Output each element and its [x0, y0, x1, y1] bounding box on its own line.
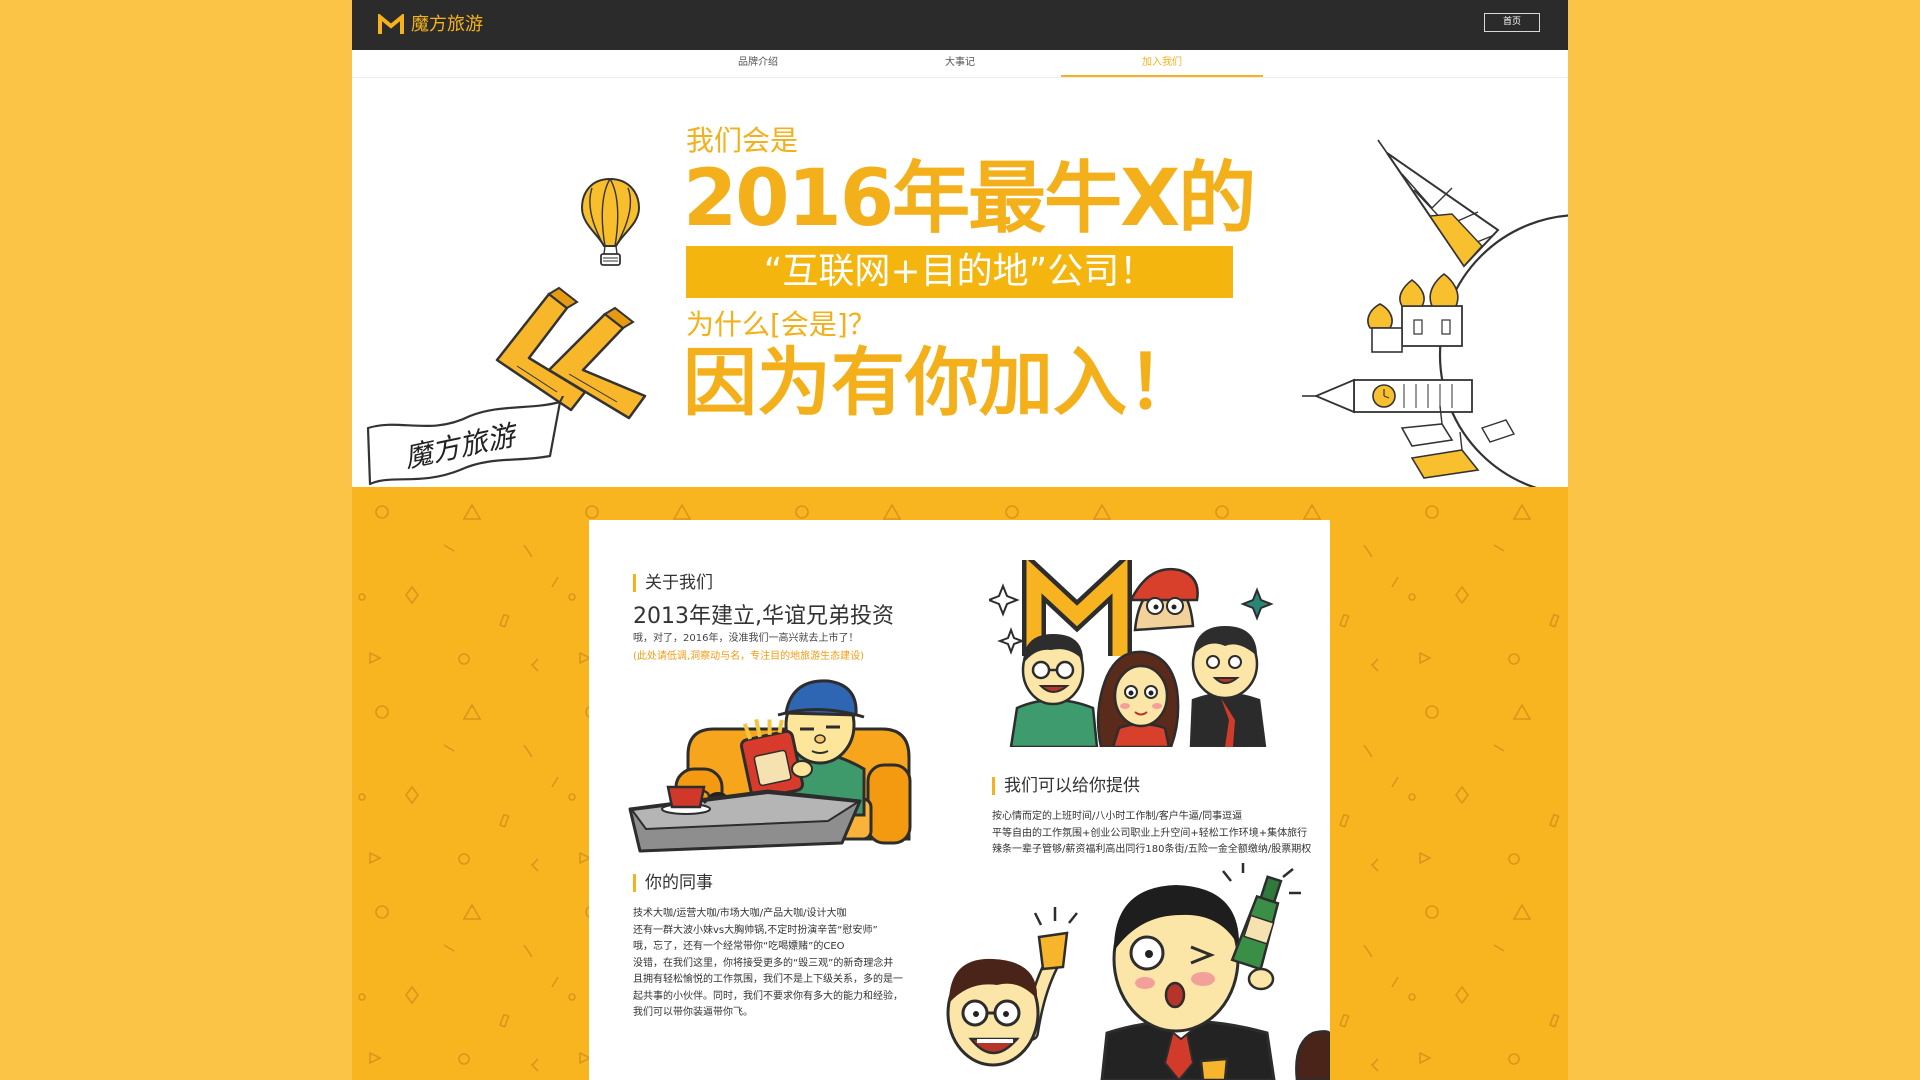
nav-tabs: 品牌介绍 大事记 加入我们: [352, 50, 1568, 78]
hot-air-balloon-icon: [580, 177, 641, 266]
join-card: 关于我们 2013年建立,华谊兄弟投资 哦，对了，2016年，没准我们一高兴就去…: [589, 520, 1330, 1080]
team-group-illustration: [989, 560, 1274, 747]
tab-join-us[interactable]: 加入我们: [1061, 50, 1263, 77]
logo[interactable]: 魔方旅游: [377, 13, 483, 37]
about-subtitle: 2013年建立,华谊兄弟投资: [633, 604, 894, 629]
colleagues-heading-label: 你的同事: [645, 873, 713, 893]
colleagues-text: 技术大咖/运营大咖/市场大咖/产品大咖/设计大咖 还有一群大波小妹vs大胸帅锅,…: [633, 906, 903, 1022]
hero-answer: 因为有你加入！: [683, 340, 1201, 426]
offer-line: 辣条一辈子管够/薪资福利高出同行180条街/五险一金全额缴纳/股票期权: [992, 844, 1312, 855]
hero-banner: 魔方旅游 我们会是 2016年最牛X的 “互联网+目的地”公司！ 为什么[会是]…: [352, 78, 1568, 487]
hero-question: 为什么[会是]？: [686, 308, 876, 341]
offer-heading: 我们可以给你提供: [992, 775, 1140, 797]
offer-heading-label: 我们可以给你提供: [1004, 776, 1140, 796]
logo-text: 魔方旅游: [411, 14, 483, 35]
logo-m-icon: [378, 14, 404, 34]
offer-line: 按心情而定的上班时间/八小时工作制/客户牛逼/同事逗逼: [992, 811, 1243, 822]
colleagues-line: 我们可以带你装逼带你飞。: [633, 1007, 753, 1018]
colleagues-line: 哦，忘了，还有一个经常带你“吃喝嫖赌”的CEO: [633, 941, 845, 952]
landmark-globe-icon: [1302, 139, 1568, 487]
colleagues-line: 还有一群大波小妹vs大胸帅锅,不定时扮演辛苦“慰安师”: [633, 924, 878, 936]
brand-flag-banner: 魔方旅游: [366, 396, 565, 486]
about-heading: 关于我们: [633, 572, 713, 594]
offer-text: 按心情而定的上班时间/八小时工作制/客户牛逼/同事逗逼 平等自由的工作氛围+创业…: [992, 809, 1311, 859]
sofa-character-illustration: [628, 679, 912, 853]
heading-accent-bar: [992, 777, 995, 795]
page: 魔方旅游 首页 品牌介绍 大事记 加入我们 魔方旅游 我们会是 2016年最牛X…: [352, 0, 1568, 1080]
tab-milestones[interactable]: 大事记: [859, 50, 1061, 77]
colleagues-line: 且拥有轻松愉悦的工作氛围，我们不是上下级关系，多的是一: [633, 974, 903, 985]
colleagues-line: 技术大咖/运营大咖/市场大咖/产品大咖/设计大咖: [633, 908, 847, 919]
join-section: 关于我们 2013年建立,华谊兄弟投资 哦，对了，2016年，没准我们一高兴就去…: [352, 487, 1568, 1080]
colleagues-heading: 你的同事: [633, 872, 713, 894]
heading-accent-bar: [633, 574, 636, 592]
cheering-colleagues-illustration: [946, 863, 1330, 1080]
offer-line: 平等自由的工作氛围+创业公司职业上升空间+轻松工作环境+集体旅行: [992, 827, 1308, 839]
hero-headline: 2016年最牛X的: [683, 154, 1256, 244]
hero-highlight-bar: “互联网+目的地”公司！: [686, 246, 1233, 298]
hero-line-1: 我们会是: [686, 124, 799, 157]
about-aside: (此处请低调,洞察动与名，专注目的地旅游生态建设): [633, 651, 864, 662]
colleagues-line: 起共事的小伙伴。同时，我们不要求你有多大的能力和经验，: [633, 990, 903, 1002]
tab-brand-intro[interactable]: 品牌介绍: [657, 50, 859, 77]
home-button[interactable]: 首页: [1484, 13, 1540, 32]
about-note: 哦，对了，2016年，没准我们一高兴就去上市了！: [633, 633, 859, 644]
colleagues-line: 没错，在我们这里，你将接受更多的“毁三观”的新奇理念并: [633, 957, 894, 969]
hero-highlight-text: “互联网+目的地”公司！: [763, 251, 1156, 292]
about-heading-label: 关于我们: [645, 573, 713, 593]
heading-accent-bar: [633, 874, 636, 892]
top-bar: 魔方旅游 首页: [352, 0, 1568, 50]
